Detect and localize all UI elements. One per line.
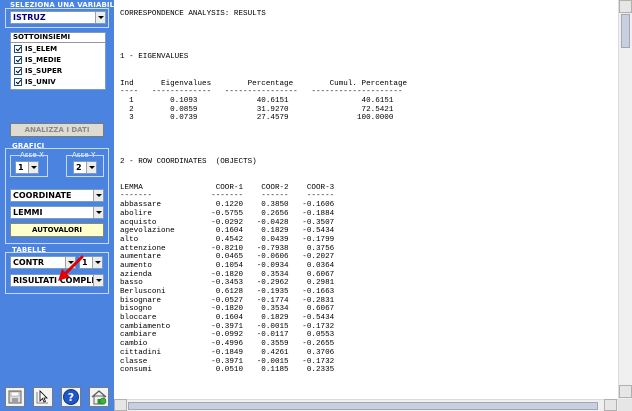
subset-item-is-univ[interactable]: IS_UNIV	[11, 76, 105, 87]
chevron-down-icon[interactable]	[92, 257, 102, 268]
axis-x-select[interactable]: 1	[15, 161, 39, 174]
home-button[interactable]	[89, 387, 109, 407]
variable-select-value: ISTRUZ	[13, 13, 46, 22]
report-line: attenzione -0.8210 -0.7938 0.3756	[120, 244, 335, 253]
report-line	[120, 140, 407, 149]
report-line: abolire -0.5755 0.2656 -0.1884	[120, 209, 335, 218]
scroll-down-button[interactable]	[619, 385, 632, 398]
results-text-area[interactable]: CORRESPONDENCE ANALYSIS: RESULTS 1 - EIGE…	[114, 0, 632, 411]
report-line	[120, 19, 407, 28]
report-line	[120, 27, 407, 36]
lemmi-value: LEMMI	[13, 208, 43, 217]
report-line: CORRESPONDENCE ANALYSIS: RESULTS	[120, 10, 266, 18]
eigenvalues-button[interactable]: AUTOVALORI	[10, 223, 104, 237]
subset-label: IS_UNIV	[25, 77, 56, 86]
report-line: cambiare -0.0992 -0.0117 0.0553	[120, 331, 335, 340]
report-line: 1 0.1093 40.6151 40.6151	[120, 96, 394, 105]
subset-label: IS_MEDIE	[25, 55, 62, 64]
checkbox-checked-icon[interactable]	[14, 44, 22, 53]
subset-item-is-elem[interactable]: IS_ELEM	[11, 43, 105, 54]
coordinates-select[interactable]: COORDINATE	[10, 189, 104, 202]
horizontal-scroll-thumb[interactable]	[128, 402, 598, 410]
report-line	[120, 123, 407, 132]
axis-x-value: 1	[18, 163, 24, 172]
report-line: basso -0.3453 -0.2962 0.2981	[120, 279, 335, 288]
analyze-button[interactable]: ANALIZZA I DATI	[10, 123, 104, 137]
report-line: 2 - ROW COORDINATES (OBJECTS)	[120, 157, 257, 166]
report-line: LEMMA COOR-1 COOR-2 COOR-3	[120, 183, 335, 192]
help-glyph: ?	[68, 391, 74, 404]
lemmi-select[interactable]: LEMMI	[10, 206, 104, 219]
report-line: cambio -0.4996 0.3559 -0.2655	[120, 340, 335, 349]
report-line: bisogno -0.1820 0.3534 0.6067	[120, 305, 335, 314]
report-line	[120, 166, 407, 175]
checkbox-checked-icon[interactable]	[14, 66, 22, 75]
subset-item-is-medie[interactable]: IS_MEDIE	[11, 54, 105, 65]
report-text: CORRESPONDENCE ANALYSIS: RESULTS 1 - EIGE…	[120, 10, 407, 375]
report-line: ---- ------------- ---------------- ----…	[120, 88, 403, 97]
subsets-header: SOTTOINSIEMI	[11, 33, 105, 43]
scrollbar-corner	[618, 399, 632, 411]
report-line: classe -0.3971 -0.0015 -0.1732	[120, 357, 335, 366]
save-icon	[8, 390, 22, 404]
red-arrow-icon	[58, 255, 84, 281]
report-line: abbassare 0.1220 0.3850 -0.1606	[120, 201, 335, 210]
checkbox-checked-icon[interactable]	[14, 55, 22, 64]
report-line	[120, 132, 407, 141]
report-line: agevolazione 0.1604 0.1829 -0.5434	[120, 227, 335, 236]
report-line: alto 0.4542 0.0439 -0.1799	[120, 235, 335, 244]
axis-y-select[interactable]: 2	[73, 161, 97, 174]
select-tool-button[interactable]	[33, 387, 53, 407]
report-line	[120, 45, 407, 54]
help-icon: ?	[63, 389, 79, 405]
vertical-scrollbar[interactable]	[618, 0, 632, 399]
report-line: aumento 0.1054 -0.0934 0.0364	[120, 261, 335, 270]
chevron-down-icon[interactable]	[93, 207, 103, 218]
report-line: 2 0.0859 31.9270 72.5421	[120, 105, 394, 114]
checkbox-checked-icon[interactable]	[14, 77, 22, 86]
report-line: Ind Eigenvalues Percentage Cumul. Percen…	[120, 79, 408, 88]
report-line: Berlusconi 0.6128 -0.1935 -0.1663	[120, 288, 335, 296]
report-line: 1 - EIGENVALUES	[120, 53, 189, 62]
report-line	[120, 175, 407, 184]
report-line: 3 0.0739 27.4579 100.0000	[120, 114, 394, 123]
report-line: cambiamento -0.3971 -0.0015 -0.1732	[120, 322, 335, 331]
axis-y-value: 2	[76, 163, 82, 172]
report-line: ------- ------- ------ ------	[120, 192, 335, 201]
scroll-up-button[interactable]	[619, 0, 632, 13]
report-line: acquisto -0.0292 -0.0428 -0.3507	[120, 218, 335, 227]
report-line	[120, 71, 407, 80]
chevron-down-icon[interactable]	[95, 12, 105, 23]
subset-label: IS_SUPER	[25, 66, 63, 75]
report-line: bisognare -0.0527 -0.1774 -0.2831	[120, 296, 335, 305]
chevron-down-icon[interactable]	[93, 190, 103, 201]
help-button[interactable]: ?	[61, 387, 81, 407]
save-tool-button[interactable]	[5, 387, 25, 407]
subset-item-is-super[interactable]: IS_SUPER	[11, 65, 105, 76]
report-line	[120, 149, 407, 158]
report-line: azienda -0.1820 0.3534 0.6067	[120, 270, 335, 279]
report-line: aumentare 0.0465 -0.0606 -0.2027	[120, 253, 335, 262]
subset-label: IS_ELEM	[25, 44, 58, 53]
coordinates-value: COORDINATE	[13, 191, 72, 200]
report-line	[120, 62, 407, 71]
contr-value: CONTR	[13, 258, 44, 267]
chevron-down-icon[interactable]	[28, 162, 38, 173]
scroll-right-button[interactable]	[604, 399, 617, 411]
report-line: cittadini -0.1849 0.4261 0.3706	[120, 348, 335, 357]
control-panel: SELEZIONA UNA VARIABILE ISTRUZ SOTTOINSI…	[0, 0, 119, 411]
home-icon	[91, 390, 107, 405]
cursor-click-icon	[36, 390, 48, 404]
vertical-scroll-thumb[interactable]	[621, 14, 630, 48]
chevron-down-icon[interactable]	[93, 275, 103, 286]
chevron-down-icon[interactable]	[86, 162, 96, 173]
variable-select[interactable]: ISTRUZ	[10, 11, 106, 24]
report-line	[120, 36, 407, 45]
report-line: consumi 0.0510 0.1185 0.2335	[120, 366, 335, 375]
scroll-left-button[interactable]	[114, 399, 127, 411]
subsets-list[interactable]: SOTTOINSIEMI IS_ELEM IS_MEDIE IS_SUPER I…	[10, 32, 106, 90]
horizontal-scrollbar[interactable]	[114, 399, 618, 411]
report-line: bloccare 0.1604 0.1829 -0.5434	[120, 314, 335, 323]
